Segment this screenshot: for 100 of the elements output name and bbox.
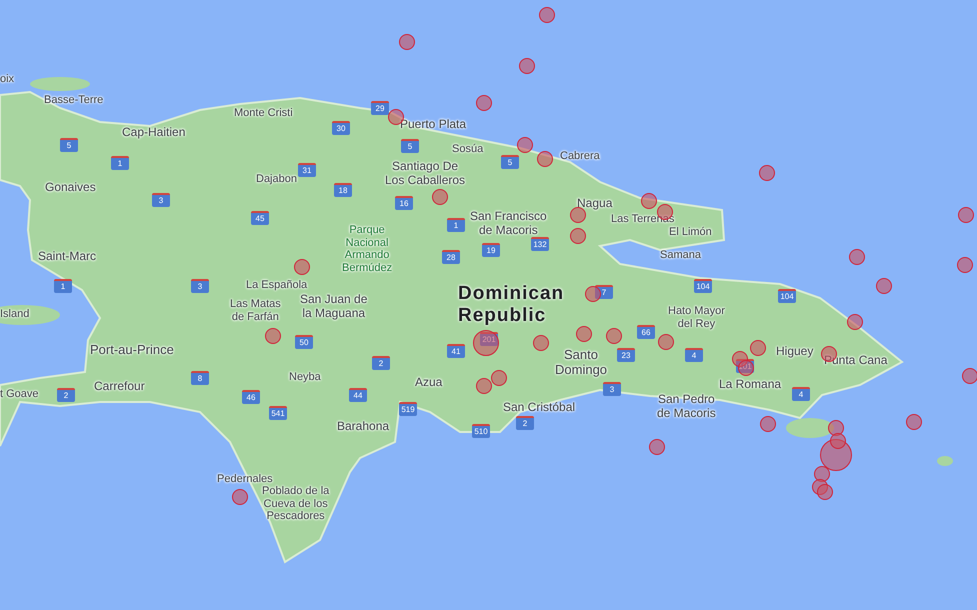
earthquake-marker[interactable] bbox=[876, 278, 892, 294]
earthquake-marker[interactable] bbox=[957, 257, 973, 273]
earthquake-marker[interactable] bbox=[232, 489, 248, 505]
route-shield: 44 bbox=[349, 388, 367, 402]
route-shield: 1 bbox=[447, 218, 465, 232]
route-shield: 132 bbox=[531, 237, 549, 251]
country-label: Dominican Republic bbox=[458, 283, 564, 327]
route-shield: 2 bbox=[516, 416, 534, 430]
place-label: Punta Cana bbox=[824, 354, 888, 368]
place-label: Hato Mayor del Rey bbox=[668, 305, 725, 330]
route-shield: 1 bbox=[54, 279, 72, 293]
earthquake-marker[interactable] bbox=[750, 340, 766, 356]
place-label: La Española bbox=[246, 279, 308, 292]
place-label: Puerto Plata bbox=[400, 118, 466, 132]
route-shield: 31 bbox=[298, 163, 316, 177]
earthquake-marker[interactable] bbox=[576, 326, 592, 342]
place-label: Las Matas de Farfán bbox=[230, 298, 281, 324]
route-shield: 3 bbox=[603, 382, 621, 396]
earthquake-marker[interactable] bbox=[847, 314, 863, 330]
route-shield: 1 bbox=[111, 156, 129, 170]
earthquake-marker[interactable] bbox=[828, 420, 844, 436]
route-shield: 19 bbox=[482, 243, 500, 257]
route-shield: 41 bbox=[447, 344, 465, 358]
earthquake-marker[interactable] bbox=[537, 151, 553, 167]
earthquake-marker[interactable] bbox=[606, 328, 622, 344]
place-label: Cap-Haitien bbox=[122, 126, 186, 140]
earthquake-marker[interactable] bbox=[473, 330, 499, 356]
earthquake-marker[interactable] bbox=[399, 34, 415, 50]
place-label: t Goave bbox=[0, 388, 39, 401]
earthquake-marker[interactable] bbox=[958, 207, 974, 223]
route-shield: 45 bbox=[251, 211, 269, 225]
place-label: Saint-Marc bbox=[38, 250, 96, 264]
route-shield: 46 bbox=[242, 390, 260, 404]
route-shield: 3 bbox=[191, 279, 209, 293]
route-shield: 541 bbox=[269, 406, 287, 420]
earthquake-marker[interactable] bbox=[491, 370, 507, 386]
route-shield: 3 bbox=[152, 193, 170, 207]
place-label: Azua bbox=[415, 376, 442, 390]
route-shield: 7 bbox=[595, 285, 613, 299]
route-shield: 4 bbox=[792, 387, 810, 401]
route-shield: 519 bbox=[399, 402, 417, 416]
earthquake-marker[interactable] bbox=[812, 479, 828, 495]
route-shield: 4 bbox=[685, 348, 703, 362]
earthquake-marker[interactable] bbox=[962, 368, 977, 384]
place-label: Neyba bbox=[289, 371, 321, 384]
earthquake-marker[interactable] bbox=[759, 165, 775, 181]
earthquake-marker[interactable] bbox=[820, 439, 852, 471]
earthquake-marker[interactable] bbox=[519, 58, 535, 74]
earthquake-marker[interactable] bbox=[476, 378, 492, 394]
place-label: Monte Cristi bbox=[234, 107, 293, 120]
earthquake-marker[interactable] bbox=[265, 328, 281, 344]
route-shield: 30 bbox=[332, 121, 350, 135]
place-label: Barahona bbox=[337, 420, 390, 434]
route-shield: 104 bbox=[778, 289, 796, 303]
place-label: Cabrera bbox=[560, 150, 600, 163]
earthquake-marker[interactable] bbox=[649, 439, 665, 455]
map-canvas[interactable] bbox=[0, 0, 977, 610]
earthquake-marker[interactable] bbox=[658, 334, 674, 350]
place-label: Basse-Terre bbox=[44, 94, 104, 107]
route-shield: 2 bbox=[57, 388, 75, 402]
earthquake-marker[interactable] bbox=[517, 137, 533, 153]
place-label: Gonaives bbox=[45, 181, 96, 195]
route-shield: 201 bbox=[480, 332, 498, 346]
route-shield: 510 bbox=[472, 424, 490, 438]
earthquake-marker[interactable] bbox=[906, 414, 922, 430]
place-label: Samana bbox=[660, 249, 701, 262]
earthquake-marker[interactable] bbox=[760, 416, 776, 432]
earthquake-marker[interactable] bbox=[817, 484, 833, 500]
place-label: Poblado de la Cueva de los Pescadores bbox=[262, 485, 330, 523]
route-shield: 5 bbox=[501, 155, 519, 169]
earthquake-marker[interactable] bbox=[849, 249, 865, 265]
place-label: Nagua bbox=[577, 197, 612, 211]
place-label: Pedernales bbox=[217, 473, 273, 486]
place-label: Dajabon bbox=[256, 173, 297, 186]
earthquake-marker[interactable] bbox=[641, 193, 657, 209]
earthquake-marker[interactable] bbox=[585, 286, 601, 302]
place-label: El Limón bbox=[669, 226, 712, 239]
route-shield: 5 bbox=[401, 139, 419, 153]
earthquake-marker[interactable] bbox=[539, 7, 555, 23]
place-label: Sosúa bbox=[452, 143, 484, 156]
place-label: San Pedro de Macoris bbox=[657, 393, 716, 421]
route-shield: 18 bbox=[334, 183, 352, 197]
place-label: Island bbox=[0, 308, 30, 321]
earthquake-marker[interactable] bbox=[476, 95, 492, 111]
earthquake-marker[interactable] bbox=[294, 259, 310, 275]
route-shield: 2 bbox=[372, 356, 390, 370]
place-label: San Cristóbal bbox=[503, 401, 576, 415]
earthquake-marker[interactable] bbox=[432, 189, 448, 205]
earthquake-marker[interactable] bbox=[570, 228, 586, 244]
earthquake-marker[interactable] bbox=[830, 433, 846, 449]
place-label: San Francisco de Macoris bbox=[470, 210, 547, 238]
route-shield: 50 bbox=[295, 335, 313, 349]
earthquake-marker[interactable] bbox=[533, 335, 549, 351]
place-label: Santo Domingo bbox=[555, 348, 608, 378]
earthquake-marker[interactable] bbox=[814, 466, 830, 482]
place-label: San Juan de la Maguana bbox=[300, 293, 368, 321]
route-shield: 8 bbox=[191, 371, 209, 385]
route-shield: 104 bbox=[694, 279, 712, 293]
earthquake-marker[interactable] bbox=[738, 360, 754, 376]
route-shield: 16 bbox=[395, 196, 413, 210]
